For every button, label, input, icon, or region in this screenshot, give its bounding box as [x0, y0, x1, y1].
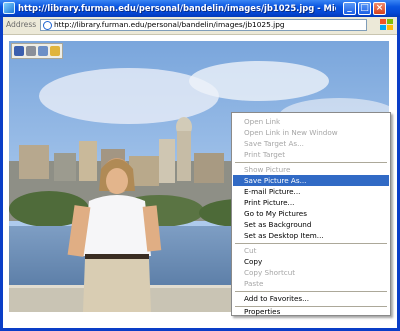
close-button[interactable]: × — [373, 2, 386, 15]
menu-separator — [235, 291, 387, 292]
image-toolbar — [11, 43, 63, 59]
title-bar[interactable]: http://library.furman.edu/personal/bande… — [0, 0, 400, 17]
page-content: Open Link Open Link in New Window Save T… — [3, 35, 397, 328]
ie-page-icon — [43, 21, 52, 30]
my-pictures-icon[interactable] — [50, 46, 60, 56]
menu-item-open-link-new-window[interactable]: Open Link in New Window — [233, 127, 389, 138]
windows-logo-icon — [378, 18, 394, 32]
menu-item-email-picture[interactable]: E-mail Picture... — [233, 186, 389, 197]
context-menu: Open Link Open Link in New Window Save T… — [231, 112, 391, 316]
menu-item-print-target[interactable]: Print Target — [233, 149, 389, 160]
menu-item-show-picture[interactable]: Show Picture — [233, 164, 389, 175]
menu-item-copy[interactable]: Copy — [233, 256, 389, 267]
menu-item-open-link[interactable]: Open Link — [233, 116, 389, 127]
menu-item-cut[interactable]: Cut — [233, 245, 389, 256]
print-icon[interactable] — [26, 46, 36, 56]
address-bar: Address http://library.furman.edu/person… — [3, 17, 397, 35]
menu-item-save-target-as[interactable]: Save Target As... — [233, 138, 389, 149]
menu-item-set-as-background[interactable]: Set as Background — [233, 219, 389, 230]
menu-item-properties[interactable]: Properties — [233, 307, 389, 316]
address-label: Address — [6, 20, 37, 29]
ie-app-icon[interactable] — [3, 2, 15, 14]
window-title: http://library.furman.edu/personal/bande… — [18, 3, 336, 13]
minimize-button[interactable]: _ — [343, 2, 356, 15]
save-icon[interactable] — [14, 46, 24, 56]
menu-item-print-picture[interactable]: Print Picture... — [233, 197, 389, 208]
menu-item-paste[interactable]: Paste — [233, 278, 389, 289]
address-url[interactable]: http://library.furman.edu/personal/bande… — [54, 20, 285, 30]
menu-item-save-picture-as[interactable]: Save Picture As... — [233, 175, 389, 186]
address-field[interactable]: http://library.furman.edu/personal/bande… — [40, 19, 367, 31]
menu-separator — [235, 162, 387, 163]
menu-item-copy-shortcut[interactable]: Copy Shortcut — [233, 267, 389, 278]
menu-item-go-to-my-pictures[interactable]: Go to My Pictures — [233, 208, 389, 219]
email-icon[interactable] — [38, 46, 48, 56]
menu-separator — [235, 243, 387, 244]
ie-window: http://library.furman.edu/personal/bande… — [0, 0, 400, 331]
menu-item-add-to-favorites[interactable]: Add to Favorites... — [233, 293, 389, 304]
menu-item-set-as-desktop-item[interactable]: Set as Desktop Item... — [233, 230, 389, 241]
maximize-button[interactable]: □ — [358, 2, 371, 15]
